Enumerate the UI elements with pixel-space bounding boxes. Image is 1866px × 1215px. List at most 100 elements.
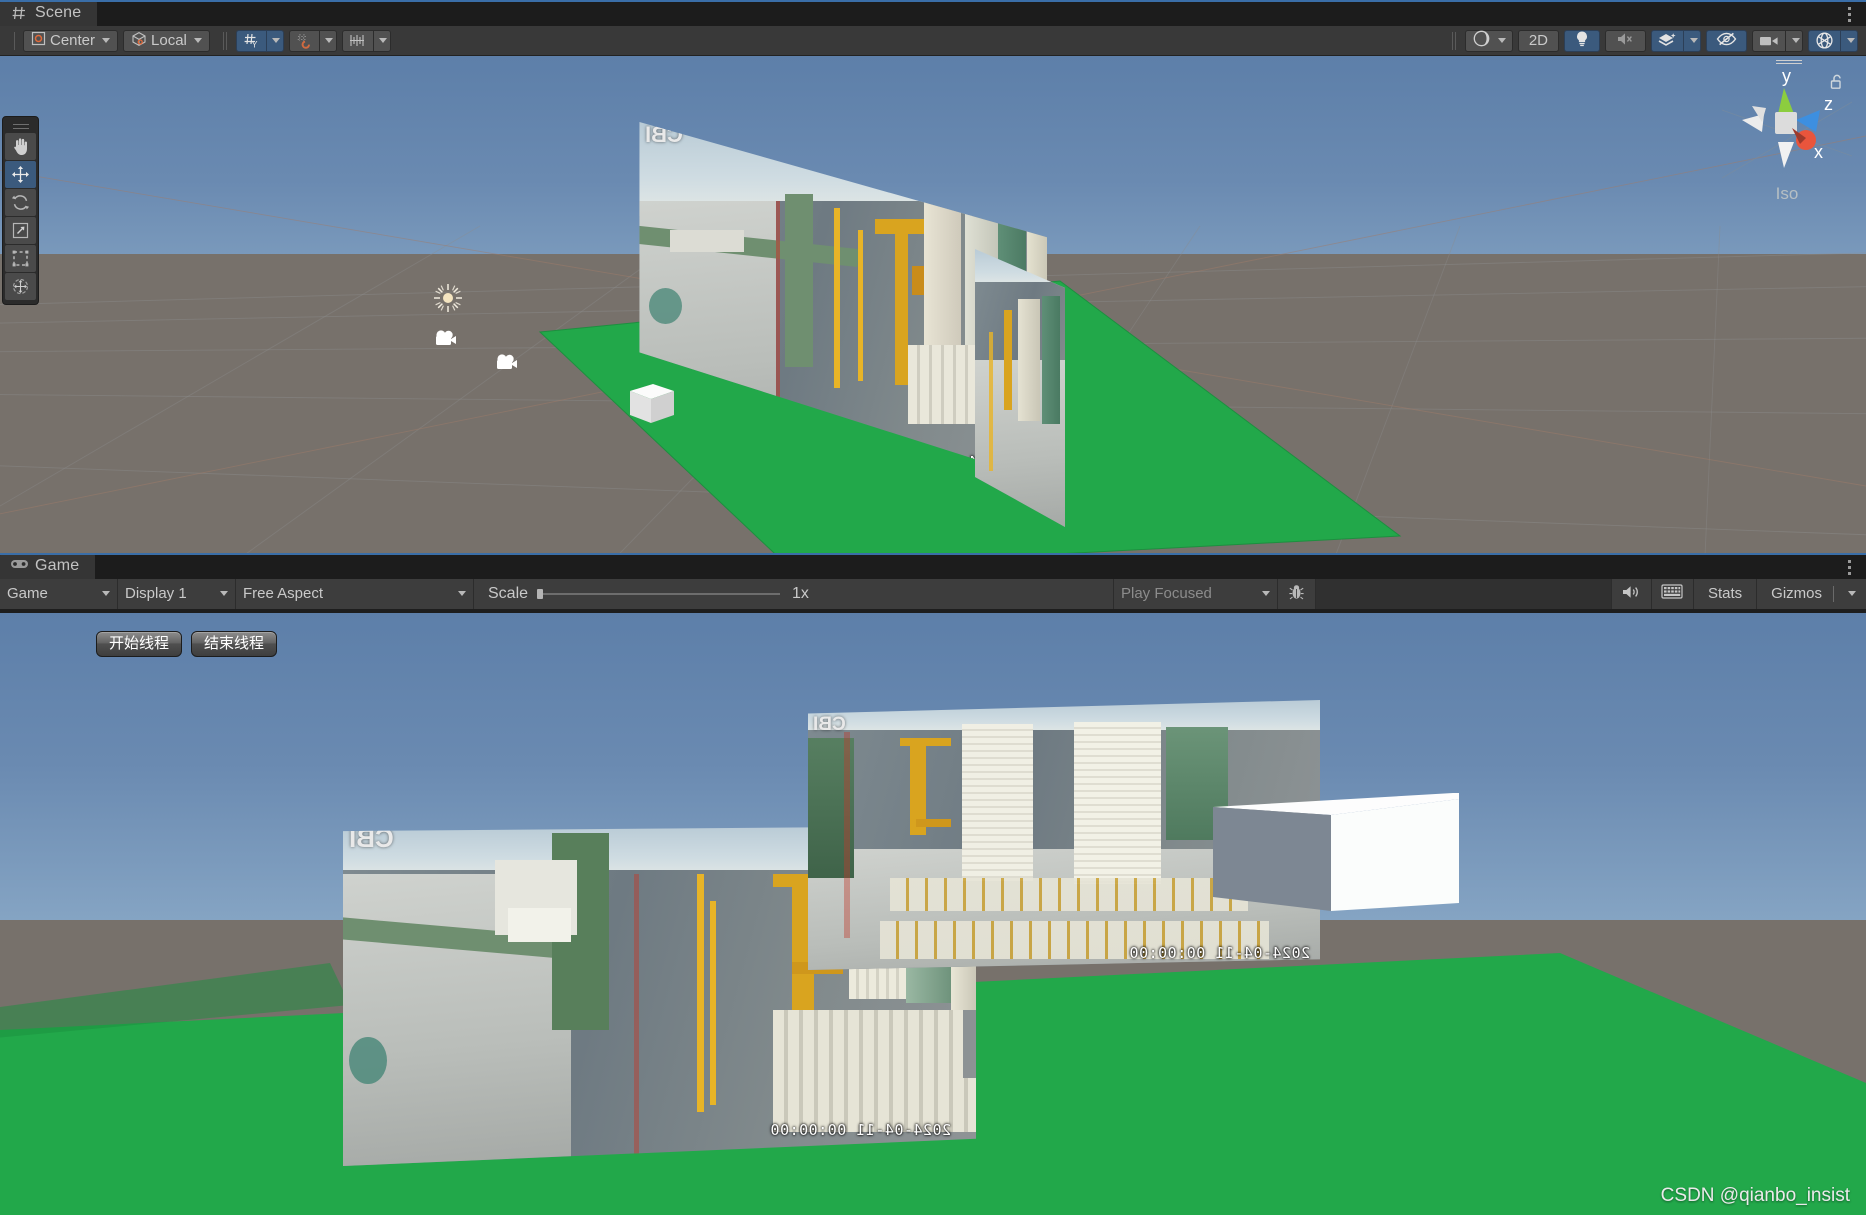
scene-visibility-button[interactable]	[1706, 29, 1747, 52]
end-thread-button[interactable]: 结束线程	[191, 631, 278, 658]
scene-audio-button[interactable]	[1605, 29, 1646, 52]
video-timestamp-right: 2024-04-11 00:00:00	[1128, 943, 1310, 962]
tab-game-label: Game	[35, 557, 80, 574]
scene-panel: Scene Center Local Y 2D	[0, 0, 1866, 56]
chevron-down-icon	[379, 38, 388, 43]
camera-settings-control[interactable]	[1752, 29, 1803, 52]
toolbar-spacer	[1316, 578, 1611, 609]
lightbulb-icon	[1574, 30, 1590, 51]
scene-tabbar: Scene	[0, 0, 1866, 26]
view-mode-label: Game	[7, 585, 48, 602]
white-cube[interactable]	[620, 377, 678, 429]
tab-scene[interactable]: Scene	[0, 0, 98, 26]
debug-button[interactable]	[1278, 578, 1316, 609]
grid-snap-dropdown[interactable]	[265, 29, 284, 52]
chevron-down-icon	[458, 591, 466, 596]
white-cube[interactable]	[1213, 793, 1459, 923]
speaker-icon	[1621, 584, 1641, 604]
game-viewport[interactable]: 开始线程 结束线程 CBI 2024-04-11 00:00:00 CBI 20…	[0, 613, 1866, 1215]
stats-button[interactable]: Stats	[1692, 578, 1757, 609]
chevron-down-icon	[272, 38, 281, 43]
unlocked-padlock-icon[interactable]	[1830, 74, 1844, 95]
game-toolbar: Game Display 1 Free Aspect Scale 1x Play…	[0, 578, 1866, 609]
magnet-snap-dropdown[interactable]	[318, 29, 337, 52]
display-dropdown[interactable]: Display 1	[118, 578, 236, 609]
video-timestamp-left: 2024-04-11 00:00:00	[769, 1120, 951, 1139]
grid-snap-icon[interactable]: Y	[235, 29, 266, 52]
chevron-down-icon	[325, 38, 334, 43]
frame-capture-button[interactable]	[1650, 578, 1693, 609]
grid-visibility-control[interactable]	[341, 29, 391, 52]
play-mode-label: Play Focused	[1121, 585, 1212, 602]
tab-game[interactable]: Game	[0, 553, 96, 579]
gizmo-drag-handle[interactable]	[1776, 58, 1802, 66]
rect-transform-tool[interactable]	[5, 245, 36, 272]
grid-visibility-dropdown[interactable]	[372, 29, 391, 52]
toolbar-divider-3	[1451, 31, 1453, 50]
grid-snapping-control[interactable]: Y	[235, 29, 284, 52]
move-tool[interactable]	[5, 161, 36, 188]
scale-slider-group[interactable]: Scale 1x	[474, 578, 1114, 609]
aspect-dropdown[interactable]: Free Aspect	[236, 578, 474, 609]
video-camera-label: CBI	[813, 713, 846, 735]
audio-muted-icon	[1616, 31, 1635, 51]
hand-tool[interactable]	[5, 133, 36, 160]
gizmos-toggle-control[interactable]	[1808, 29, 1858, 52]
scale-value: 1x	[792, 584, 809, 602]
scale-slider-thumb[interactable]	[537, 588, 544, 599]
scene-lighting-button[interactable]	[1564, 29, 1600, 52]
magnet-snap-icon[interactable]	[288, 29, 319, 52]
chevron-down-icon	[1848, 591, 1856, 596]
fx-effects-dropdown[interactable]	[1683, 29, 1701, 52]
scene-viewport[interactable]: CBI 2024-04-11 00:00:00	[0, 56, 1866, 553]
scene-toolbar: Center Local Y 2D	[0, 26, 1866, 56]
scene-more-options-icon[interactable]	[1840, 4, 1858, 24]
rotate-tool[interactable]	[5, 189, 36, 216]
svg-text:y: y	[1782, 66, 1791, 86]
handle-space-button[interactable]: Local	[123, 29, 210, 52]
2d-toggle-button[interactable]: 2D	[1517, 29, 1559, 52]
scale-slider-track[interactable]	[537, 588, 781, 599]
mute-audio-button[interactable]	[1610, 578, 1651, 609]
aspect-label: Free Aspect	[243, 585, 324, 602]
pivot-mode-button[interactable]: Center	[23, 29, 119, 52]
game-tabbar: Game	[0, 553, 1866, 579]
camera-settings-dropdown[interactable]	[1785, 29, 1803, 52]
gizmos-button[interactable]: Gizmos	[1756, 578, 1866, 609]
layers-fx-icon[interactable]	[1651, 29, 1683, 52]
chevron-down-icon	[102, 38, 111, 43]
start-thread-button[interactable]: 开始线程	[96, 631, 183, 658]
toolbar-divider	[14, 31, 15, 50]
display-label: Display 1	[125, 585, 187, 602]
gamepad-icon	[10, 557, 28, 575]
frame-capture-icon	[1661, 583, 1684, 604]
shading-mode-button[interactable]	[1464, 29, 1513, 52]
chevron-down-icon	[1846, 38, 1855, 43]
eye-hidden-icon	[1716, 31, 1737, 51]
tools-drag-handle[interactable]	[3, 120, 38, 132]
game-more-options-icon[interactable]	[1840, 557, 1858, 577]
gizmo-projection-label[interactable]: Iso	[1722, 184, 1852, 204]
gizmo-globe-icon[interactable]	[1808, 29, 1840, 52]
scene-tools-overlay	[2, 116, 39, 305]
grid-axis-icon[interactable]	[341, 29, 373, 52]
camera-icon[interactable]	[1752, 29, 1785, 52]
chevron-down-icon	[1497, 38, 1506, 43]
bug-icon	[1289, 583, 1304, 605]
grid-hash-icon	[10, 4, 28, 22]
game-tab-underline	[0, 553, 1866, 555]
view-mode-dropdown[interactable]: Game	[0, 578, 118, 609]
cube-local-icon	[131, 31, 147, 51]
stats-label: Stats	[1707, 585, 1743, 602]
fx-effects-control[interactable]	[1651, 29, 1701, 52]
chevron-down-icon	[193, 38, 202, 43]
scale-tool[interactable]	[5, 217, 36, 244]
scene-orientation-gizmo[interactable]: y z x Iso	[1721, 58, 1853, 208]
transform-tool[interactable]	[5, 273, 36, 300]
magnet-snapping-control[interactable]	[288, 29, 337, 52]
chevron-down-icon	[1791, 38, 1800, 43]
sphere-shading-icon	[1472, 29, 1491, 52]
play-mode-dropdown[interactable]: Play Focused	[1114, 578, 1278, 609]
pivot-center-icon	[31, 31, 46, 50]
gizmos-toggle-dropdown[interactable]	[1840, 29, 1858, 52]
